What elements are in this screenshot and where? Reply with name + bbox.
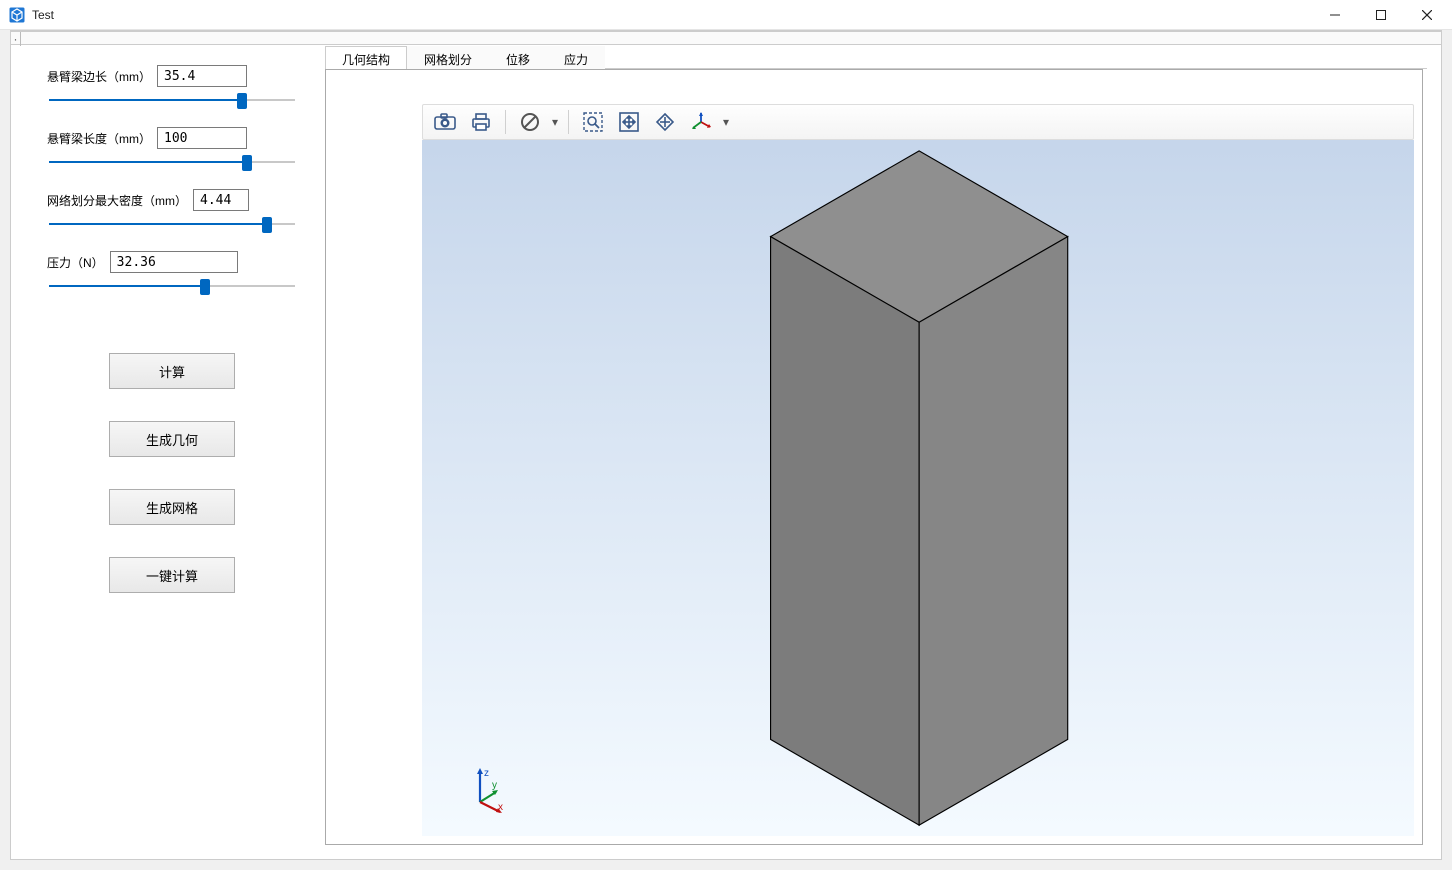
viewer-toolbar: ▾ ▾ <box>422 104 1414 140</box>
svg-text:x: x <box>498 802 503 813</box>
window-title: Test <box>32 8 54 22</box>
param-length-label: 悬臂梁长度（mm） <box>47 130 151 147</box>
tab-stress[interactable]: 应力 <box>547 46 605 69</box>
param-edge-slider[interactable] <box>47 93 297 107</box>
param-mesh-slider[interactable] <box>47 217 297 231</box>
param-force-input[interactable] <box>110 251 238 273</box>
axis-orientation-icon[interactable] <box>683 107 719 137</box>
param-mesh: 网络划分最大密度（mm） <box>47 189 297 231</box>
param-mesh-label: 网络划分最大密度（mm） <box>47 192 187 209</box>
close-button[interactable] <box>1404 0 1450 30</box>
param-edge: 悬臂梁边长（mm） <box>47 65 297 107</box>
param-force: 压力（N） <box>47 251 297 293</box>
sidebar: 悬臂梁边长（mm） 悬臂梁长度（mm） 网络划分最大密度（mm） <box>25 45 325 845</box>
one-key-compute-button[interactable]: 一键计算 <box>109 557 235 593</box>
tab-geometry[interactable]: 几何结构 <box>325 46 407 69</box>
top-divider: · <box>11 31 1441 45</box>
param-length: 悬臂梁长度（mm） <box>47 127 297 169</box>
tab-mesh[interactable]: 网格划分 <box>407 46 489 69</box>
titlebar: Test <box>0 0 1452 30</box>
param-mesh-input[interactable] <box>193 189 249 211</box>
svg-text:y: y <box>492 780 497 791</box>
compute-button[interactable]: 计算 <box>109 353 235 389</box>
generate-geometry-button[interactable]: 生成几何 <box>109 421 235 457</box>
minimize-button[interactable] <box>1312 0 1358 30</box>
axis-orientation-dropdown[interactable]: ▾ <box>719 115 733 129</box>
tab-displacement[interactable]: 位移 <box>489 46 547 69</box>
svg-text:z: z <box>484 768 489 779</box>
no-entry-icon[interactable] <box>512 107 548 137</box>
print-icon[interactable] <box>463 107 499 137</box>
generate-mesh-button[interactable]: 生成网格 <box>109 489 235 525</box>
param-edge-label: 悬臂梁边长（mm） <box>47 68 151 85</box>
window-body: · 悬臂梁边长（mm） 悬臂梁长度（mm） 网络划分最大密度（mm） <box>10 30 1442 860</box>
param-force-label: 压力（N） <box>47 254 104 271</box>
camera-icon[interactable] <box>427 107 463 137</box>
main-area: 几何结构 网格划分 位移 应力 ▾ <box>325 45 1427 845</box>
param-length-slider[interactable] <box>47 155 297 169</box>
app-box-icon <box>8 6 26 24</box>
divider-handle[interactable]: · <box>11 32 21 46</box>
zoom-selection-icon[interactable] <box>647 107 683 137</box>
param-force-slider[interactable] <box>47 279 297 293</box>
axis-triad: z y x <box>462 766 506 816</box>
param-edge-input[interactable] <box>157 65 247 87</box>
viewport-3d[interactable]: z y x <box>422 140 1414 836</box>
zoom-extents-icon[interactable] <box>611 107 647 137</box>
tabs: 几何结构 网格划分 位移 应力 <box>325 45 1427 69</box>
geometry-cuboid <box>771 151 1068 825</box>
maximize-button[interactable] <box>1358 0 1404 30</box>
no-entry-dropdown[interactable]: ▾ <box>548 115 562 129</box>
param-length-input[interactable] <box>157 127 247 149</box>
zoom-box-icon[interactable] <box>575 107 611 137</box>
viewer-panel: ▾ ▾ <box>325 69 1423 845</box>
